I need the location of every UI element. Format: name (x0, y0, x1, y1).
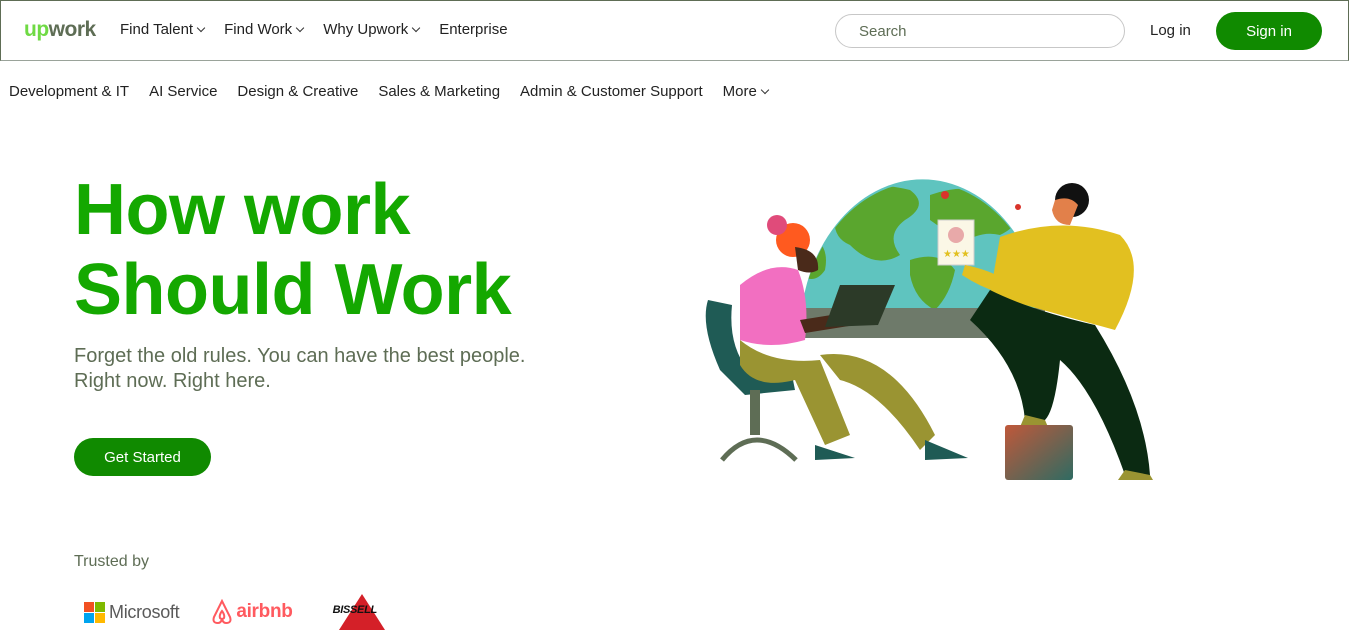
signin-button[interactable]: Sign in (1216, 12, 1322, 50)
category-more[interactable]: More (722, 83, 770, 100)
nav-enterprise[interactable]: Enterprise (439, 21, 507, 38)
svg-text:★★★: ★★★ (943, 249, 970, 260)
hero-subtitle-line2: Right now. Right here. (74, 370, 271, 392)
login-link[interactable]: Log in (1150, 22, 1191, 39)
chevron-down-icon (196, 23, 206, 32)
microsoft-logo-text: Microsoft (109, 601, 180, 622)
hero-subtitle-line1: Forget the old rules. You can have the b… (74, 345, 526, 367)
trusted-logos: Microsoft airbnb BISSELL (84, 592, 391, 632)
upwork-logo[interactable]: upwork (24, 18, 96, 42)
nav-find-talent[interactable]: Find Talent (120, 21, 206, 38)
airbnb-logo-text: airbnb (236, 601, 293, 622)
hero-title: How work Should Work (74, 170, 512, 330)
trusted-by-label: Trusted by (74, 553, 149, 570)
logo-up: up (24, 18, 49, 41)
category-sales-marketing[interactable]: Sales & Marketing (378, 83, 500, 100)
hero-title-line2: Should Work (74, 250, 512, 330)
airbnb-icon (212, 599, 232, 625)
bissell-logo-text: BISSELL (332, 604, 378, 616)
category-more-label: More (722, 83, 757, 100)
category-nav: Development & IT AI Service Design & Cre… (9, 83, 788, 100)
category-design-creative[interactable]: Design & Creative (237, 83, 358, 100)
microsoft-logo: Microsoft (84, 601, 180, 623)
microsoft-icon (84, 601, 105, 623)
search-input[interactable] (835, 14, 1125, 48)
chevron-down-icon (411, 23, 421, 32)
nav-find-work[interactable]: Find Work (224, 21, 305, 38)
get-started-button[interactable]: Get Started (74, 438, 211, 476)
nav-find-talent-label: Find Talent (120, 21, 194, 38)
top-nav: Find Talent Find Work Why Upwork Enterpr… (120, 21, 528, 38)
category-development-it[interactable]: Development & IT (9, 83, 129, 100)
hero-title-line1: How work (74, 170, 411, 250)
category-ai-service[interactable]: AI Service (149, 83, 217, 100)
nav-find-work-label: Find Work (224, 21, 293, 38)
logo-work: work (48, 18, 97, 41)
category-admin-support[interactable]: Admin & Customer Support (520, 83, 703, 100)
bissell-logo: BISSELL (333, 592, 391, 632)
hero-illustration: ★★★ (705, 179, 1153, 480)
nav-enterprise-label: Enterprise (439, 21, 508, 38)
chevron-down-icon (760, 85, 770, 94)
airbnb-logo: airbnb (211, 599, 293, 625)
nav-why-upwork-label: Why Upwork (323, 21, 409, 38)
chevron-down-icon (295, 23, 305, 32)
top-navbar: upwork Find Talent Find Work Why Upwork … (0, 0, 1349, 61)
hero-subtitle: Forget the old rules. You can have the b… (74, 344, 594, 394)
nav-why-upwork[interactable]: Why Upwork (323, 21, 421, 38)
